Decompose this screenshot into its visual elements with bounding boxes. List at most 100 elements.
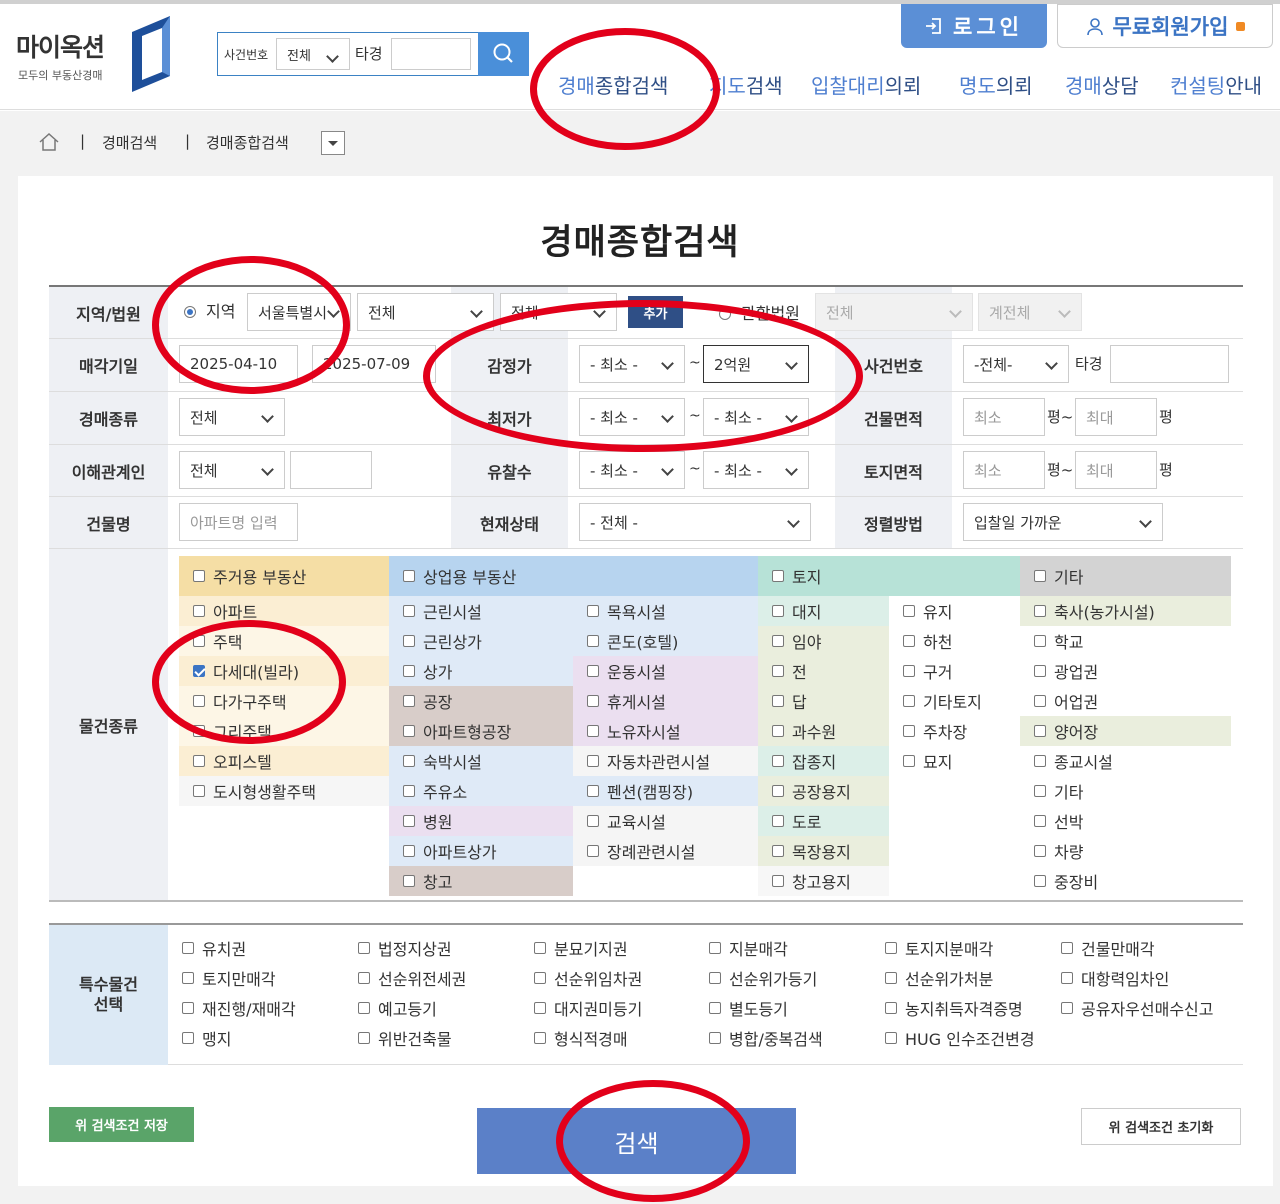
property-type-item[interactable]: 기타 <box>1020 776 1231 806</box>
property-type-item[interactable]: 병원 <box>389 806 573 836</box>
special-item[interactable]: 토지만매각 <box>182 963 276 993</box>
special-item[interactable]: 분묘기지권 <box>534 933 628 963</box>
property-type-item[interactable]: 양어장 <box>1020 716 1231 746</box>
special-item[interactable]: HUG 인수조건변경 <box>885 1023 1035 1053</box>
property-type-item[interactable]: 다세대(빌라) <box>179 656 389 686</box>
special-item[interactable]: 병합/중복검색 <box>709 1023 823 1053</box>
category-commercial[interactable]: 상업용 부동산 <box>389 556 758 596</box>
property-type-item[interactable]: 아파트 <box>179 596 389 626</box>
case-year-select[interactable]: -전체- <box>963 345 1069 383</box>
fail-min-select[interactable]: - 최소 - <box>579 451 685 489</box>
property-type-item[interactable]: 콘도(호텔) <box>573 626 758 656</box>
property-type-item[interactable]: 아파트형공장 <box>389 716 573 746</box>
category-land[interactable]: 토지 <box>758 556 1020 596</box>
property-type-item[interactable]: 휴게시설 <box>573 686 758 716</box>
breadcrumb-dropdown-button[interactable] <box>321 131 345 155</box>
property-type-item[interactable]: 주택 <box>179 626 389 656</box>
property-type-item[interactable]: 대지 <box>758 596 889 626</box>
building-area-min-input[interactable]: 최소 <box>963 398 1045 436</box>
special-item[interactable]: 선순위가처분 <box>885 963 993 993</box>
home-icon[interactable] <box>38 132 60 152</box>
property-type-item[interactable]: 유지 <box>889 596 1020 626</box>
special-item[interactable]: 공유자우선매수신고 <box>1061 993 1213 1023</box>
property-type-item[interactable]: 주차장 <box>889 716 1020 746</box>
case-number-input[interactable] <box>391 38 471 70</box>
property-type-item[interactable]: 창고 <box>389 866 573 896</box>
property-type-item[interactable]: 선박 <box>1020 806 1231 836</box>
logo-mark-icon[interactable] <box>128 14 176 94</box>
property-type-item[interactable]: 도시형생활주택 <box>179 776 389 806</box>
property-type-item[interactable]: 전 <box>758 656 889 686</box>
special-item[interactable]: 지분매각 <box>709 933 788 963</box>
special-item[interactable]: 형식적경매 <box>534 1023 628 1053</box>
breadcrumb-item[interactable]: 경매종합검색 <box>206 132 289 153</box>
special-item[interactable]: 토지지분매각 <box>885 933 993 963</box>
property-type-item[interactable]: 교육시설 <box>573 806 758 836</box>
sort-select[interactable]: 입찰일 가까운 <box>963 503 1163 541</box>
property-type-item[interactable]: 기타토지 <box>889 686 1020 716</box>
add-region-button[interactable]: 추가 <box>628 296 683 328</box>
kind-select[interactable]: 전체 <box>179 398 285 436</box>
property-type-item[interactable]: 공장 <box>389 686 573 716</box>
date-from-input[interactable]: 2025-04-10 <box>179 345 298 383</box>
special-item[interactable]: 대지권미등기 <box>534 993 642 1023</box>
breadcrumb-item[interactable]: 경매검색 <box>102 132 157 153</box>
region-dong-select[interactable]: 전체 <box>500 293 617 331</box>
appraisal-max-select[interactable]: 2억원 <box>703 345 809 383</box>
property-type-item[interactable]: 학교 <box>1020 626 1231 656</box>
category-etc[interactable]: 기타 <box>1020 556 1231 596</box>
special-item[interactable]: 위반건축물 <box>358 1023 452 1053</box>
special-item[interactable]: 재진행/재매각 <box>182 993 296 1023</box>
court-sub-select[interactable]: 계전체 <box>978 293 1082 331</box>
nav-eviction[interactable]: 명도의뢰 <box>959 70 1033 99</box>
property-type-item[interactable]: 창고용지 <box>758 866 889 896</box>
property-type-item[interactable]: 축사(농가시설) <box>1020 596 1231 626</box>
fail-max-select[interactable]: - 최소 - <box>703 451 809 489</box>
property-type-item[interactable]: 목욕시설 <box>573 596 758 626</box>
interest-input[interactable] <box>290 451 372 489</box>
date-to-input[interactable]: 2025-07-09 <box>312 345 436 383</box>
special-item[interactable]: 맹지 <box>182 1023 231 1053</box>
region-gugun-select[interactable]: 전체 <box>357 293 494 331</box>
case-court-select[interactable]: 전체 <box>276 38 350 70</box>
region-sido-select[interactable]: 서울특별시 <box>247 293 351 331</box>
special-item[interactable]: 농지취득자격증명 <box>885 993 1023 1023</box>
property-type-item[interactable]: 그리주택 <box>179 716 389 746</box>
property-type-item[interactable]: 임야 <box>758 626 889 656</box>
property-type-item[interactable]: 다가구주택 <box>179 686 389 716</box>
property-type-item[interactable]: 아파트상가 <box>389 836 573 866</box>
building-name-input[interactable]: 아파트명 입력 <box>179 503 298 541</box>
special-item[interactable]: 건물만매각 <box>1061 933 1155 963</box>
special-item[interactable]: 선순위가등기 <box>709 963 817 993</box>
property-type-item[interactable]: 중장비 <box>1020 866 1231 896</box>
property-type-item[interactable]: 근린상가 <box>389 626 573 656</box>
property-type-item[interactable]: 차량 <box>1020 836 1231 866</box>
property-type-item[interactable]: 묘지 <box>889 746 1020 776</box>
property-type-item[interactable]: 목장용지 <box>758 836 889 866</box>
reset-conditions-button[interactable]: 위 검색조건 초기화 <box>1081 1108 1241 1145</box>
special-item[interactable]: 예고등기 <box>358 993 437 1023</box>
property-type-item[interactable]: 주유소 <box>389 776 573 806</box>
property-type-item[interactable]: 오피스텔 <box>179 746 389 776</box>
property-type-item[interactable]: 종교시설 <box>1020 746 1231 776</box>
property-type-item[interactable]: 공장용지 <box>758 776 889 806</box>
property-type-item[interactable]: 노유자시설 <box>573 716 758 746</box>
minprice-min-select[interactable]: - 최소 - <box>579 398 685 436</box>
property-type-item[interactable]: 과수원 <box>758 716 889 746</box>
property-type-item[interactable]: 장례관련시설 <box>573 836 758 866</box>
case-number-field[interactable] <box>1110 345 1229 383</box>
search-button[interactable]: 검색 <box>477 1108 796 1174</box>
property-type-item[interactable]: 답 <box>758 686 889 716</box>
special-item[interactable]: 선순위임차권 <box>534 963 642 993</box>
minprice-max-select[interactable]: - 최소 - <box>703 398 809 436</box>
case-search-button[interactable] <box>478 32 529 76</box>
property-type-item[interactable]: 자동차관련시설 <box>573 746 758 776</box>
building-area-max-input[interactable]: 최대 <box>1075 398 1157 436</box>
nav-consulting-info[interactable]: 컨설팅안내 <box>1170 70 1262 99</box>
special-item[interactable]: 대항력임차인 <box>1061 963 1169 993</box>
property-type-item[interactable]: 구거 <box>889 656 1020 686</box>
nav-map-search[interactable]: 지도검색 <box>709 70 783 99</box>
join-button[interactable]: 무료회원가입 <box>1057 4 1273 48</box>
land-area-min-input[interactable]: 최소 <box>963 451 1045 489</box>
property-type-item[interactable]: 상가 <box>389 656 573 686</box>
